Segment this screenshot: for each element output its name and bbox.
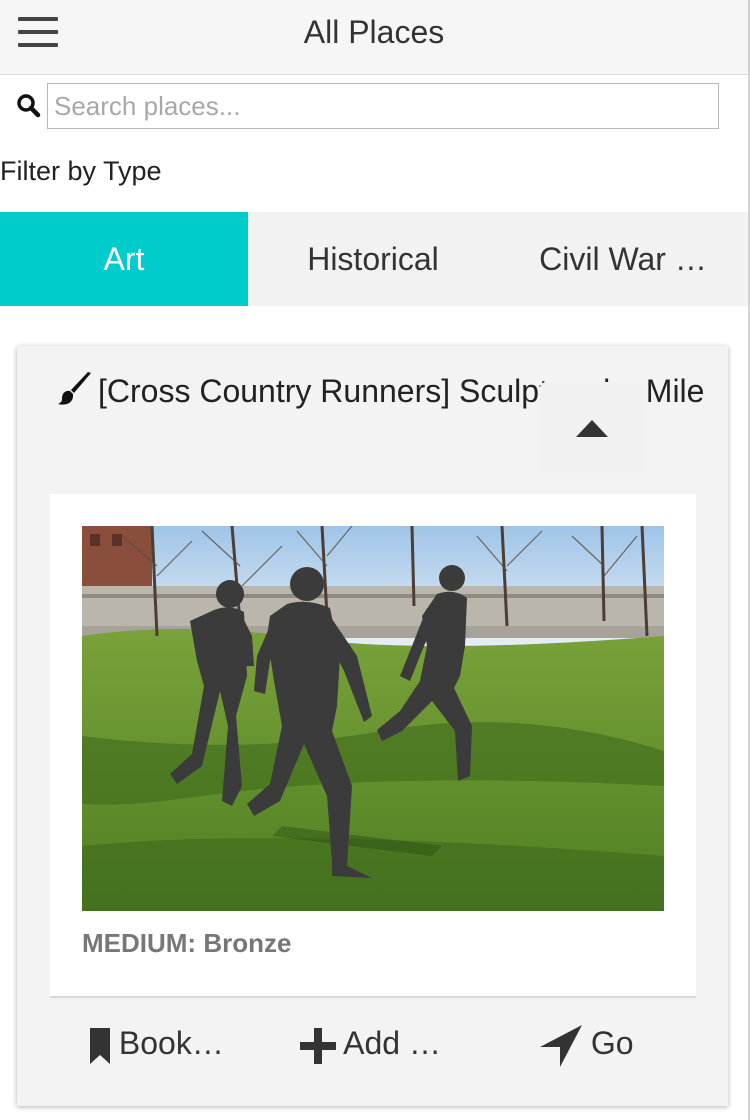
- add-label: Add …: [343, 1025, 441, 1061]
- page-title: All Places: [303, 14, 445, 50]
- medium-value: Bronze: [203, 928, 292, 958]
- bookmark-label: Book…: [118, 1025, 224, 1061]
- go-label: Go: [590, 1025, 634, 1061]
- card-body: MEDIUM: Bronze Book… Add … Go: [50, 494, 696, 1090]
- filter-label: Filter by Type: [0, 156, 162, 186]
- plus-icon: [300, 1027, 336, 1064]
- medium-label: MEDIUM:: [82, 928, 197, 958]
- tab-civil-war[interactable]: Civil War …: [498, 212, 748, 306]
- caret-up-icon: [576, 420, 608, 437]
- paintbrush-icon: [58, 372, 91, 405]
- search-icon: [17, 94, 41, 118]
- bookmark-button[interactable]: Book…: [90, 998, 224, 1088]
- search-input[interactable]: [47, 83, 719, 129]
- bookmark-icon: [90, 1027, 110, 1064]
- tab-historical[interactable]: Historical: [248, 212, 498, 306]
- app-header: All Places: [0, 0, 750, 75]
- collapse-button[interactable]: [540, 382, 644, 474]
- filter-tabs: Art Historical Civil War …: [0, 212, 748, 306]
- go-button[interactable]: Go: [540, 998, 634, 1088]
- tab-art[interactable]: Art: [0, 212, 248, 306]
- medium-line: MEDIUM: Bronze: [82, 928, 291, 959]
- card-actions: Book… Add … Go: [50, 996, 696, 1090]
- add-button[interactable]: Add …: [300, 998, 441, 1088]
- sculpture-photo: [82, 526, 664, 911]
- navigation-arrow-icon: [540, 1024, 582, 1067]
- place-card: [Cross Country Runners] Sculpture by Mil…: [17, 346, 728, 1106]
